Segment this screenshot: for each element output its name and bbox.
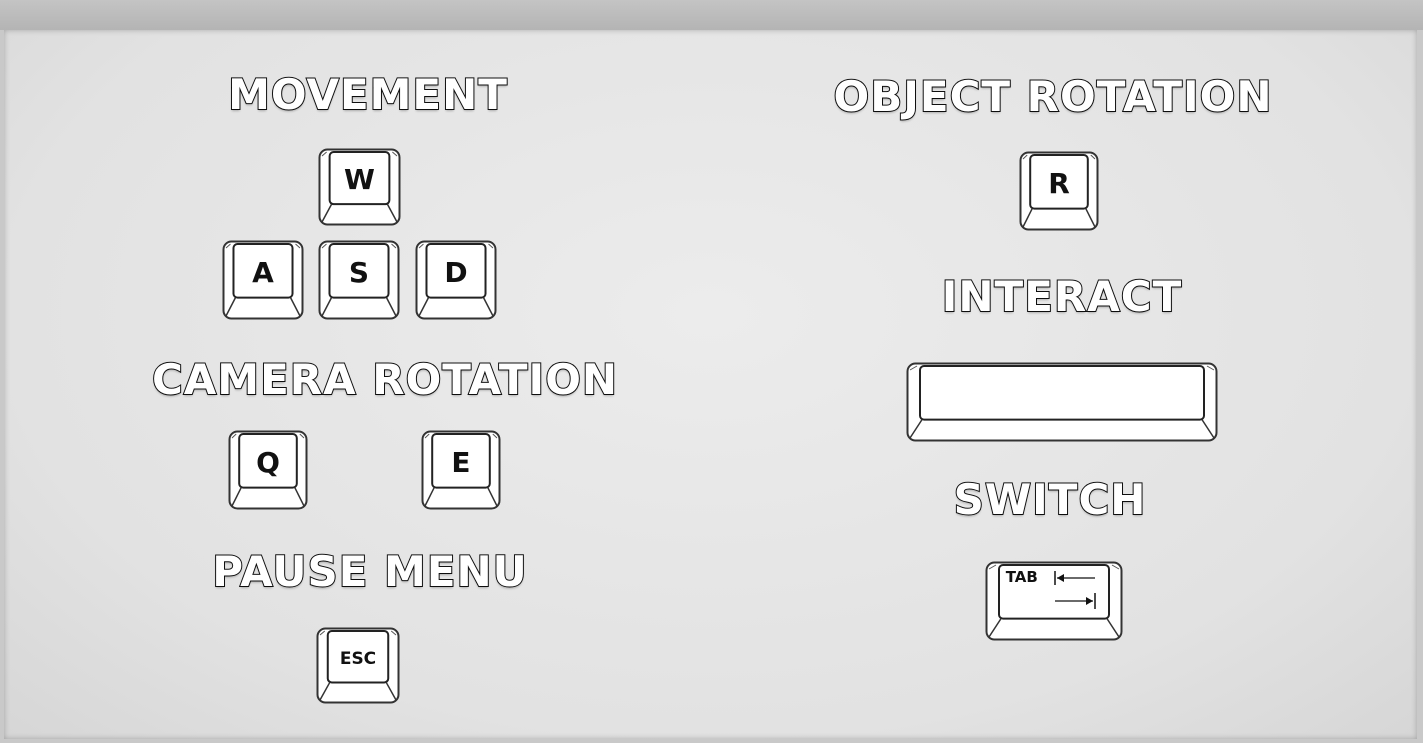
key-w: W [318, 148, 401, 226]
key-tab: TAB [985, 561, 1123, 641]
key-s: S [318, 240, 400, 320]
pause-menu-heading: PAUSE MENU [211, 546, 528, 597]
key-d: D [415, 240, 497, 320]
switch-heading: SWITCH [953, 474, 1147, 525]
key-label: W [344, 163, 375, 197]
tab-arrows-icon [1054, 571, 1096, 609]
key-label: S [348, 256, 370, 290]
movement-heading: MOVEMENT [227, 69, 508, 120]
camera-rotation-heading: CAMERA ROTATION [151, 354, 619, 405]
key-e: E [421, 430, 501, 510]
key-label: D [444, 256, 468, 290]
key-label: ESC [339, 648, 377, 669]
top-bar [0, 0, 1423, 30]
key-esc: ESC [316, 627, 400, 704]
key-label: R [1048, 167, 1070, 201]
key-label: Q [256, 446, 280, 480]
key-q: Q [228, 430, 308, 510]
key-label: E [451, 446, 471, 480]
key-label: A [252, 256, 274, 290]
key-a: A [222, 240, 304, 320]
spacebar-key [906, 362, 1218, 442]
interact-heading: INTERACT [941, 271, 1183, 322]
object-rotation-heading: OBJECT ROTATION [833, 71, 1273, 122]
keycap-outline [906, 362, 1218, 442]
key-r: R [1019, 151, 1099, 231]
